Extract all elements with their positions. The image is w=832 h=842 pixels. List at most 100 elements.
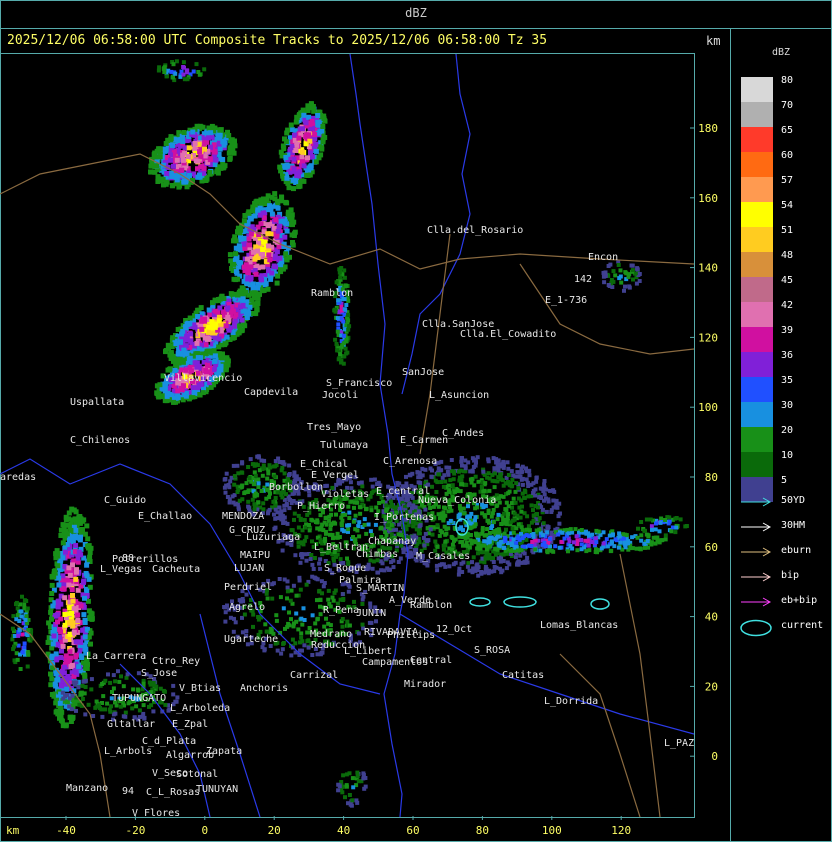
place-label: Phillips xyxy=(387,630,435,641)
place-label: S_Jose xyxy=(141,668,177,679)
place-label: Villavicencio xyxy=(164,373,242,384)
place-label: Agrelo xyxy=(229,602,265,613)
radar-map[interactable]: Clla.del_Rosario Encon E_1-736 142 Ramblon Cl… xyxy=(0,53,695,818)
place-label: S_Roque xyxy=(324,563,366,574)
title-bar: 2025/12/06 06:58:00 UTC Composite Tracks… xyxy=(0,29,730,53)
place-label: Uspallata xyxy=(70,397,124,408)
legend-title: dBZ xyxy=(771,47,791,58)
legend-swatch-45 xyxy=(741,277,773,302)
place-label: Mirador xyxy=(404,679,446,690)
legend-swatch-54 xyxy=(741,202,773,227)
legend-level-label: 57 xyxy=(781,175,794,186)
current-cell-ellipse[interactable] xyxy=(503,596,537,608)
legend-track-label: 50YD xyxy=(781,495,806,506)
product-header: dBZ xyxy=(0,0,832,29)
legend-track-label: bip xyxy=(781,570,800,581)
legend-swatch-48 xyxy=(741,252,773,277)
legend-level-label: 48 xyxy=(781,250,794,261)
province-border-tan xyxy=(419,233,451,455)
place-label: E_1-736 xyxy=(545,295,587,306)
place-label: E_Chical xyxy=(300,459,348,470)
place-label: JUNIN xyxy=(356,608,386,619)
place-label: V_Btias xyxy=(179,683,221,694)
legend-level-label: 30 xyxy=(781,400,794,411)
place-label: Nueva_Colonia xyxy=(418,495,496,506)
place-label: C_Andes xyxy=(442,428,484,439)
legend-level-label: 80 xyxy=(781,75,794,86)
place-label: Encon xyxy=(588,252,618,263)
place-label: Jocoli xyxy=(322,390,358,401)
legend-level-label: 45 xyxy=(781,275,794,286)
legend-level-label: 5 xyxy=(781,475,788,486)
place-label: Anchoris xyxy=(240,683,288,694)
place-label: S_Francisco xyxy=(326,378,392,389)
place-label: 12_Oct xyxy=(436,624,472,635)
legend-swatch-20 xyxy=(741,427,773,452)
track-arrow-icon xyxy=(741,597,772,607)
place-label: Zapata xyxy=(206,746,242,757)
legend-level-label: 10 xyxy=(781,450,794,461)
place-label: Borbollon xyxy=(269,482,323,493)
place-label: Ramblon xyxy=(410,600,452,611)
legend-level-label: 20 xyxy=(781,425,794,436)
place-label: 88 xyxy=(122,553,134,564)
place-label: Chapanay xyxy=(368,536,416,547)
legend-swatch-30 xyxy=(741,402,773,427)
legend-swatch-80 xyxy=(741,77,773,102)
track-arrow-icon xyxy=(741,497,772,507)
map-title: 2025/12/06 06:58:00 UTC Composite Tracks… xyxy=(7,33,548,48)
place-label: L_Arbols xyxy=(104,746,152,757)
place-label: C_L_Rosas xyxy=(146,787,200,798)
legend-track-label: eb+bip xyxy=(781,595,818,606)
place-label: V_Flores xyxy=(132,808,180,817)
place-label: Ctro_Rey xyxy=(152,656,200,667)
province-border-tan xyxy=(559,653,641,817)
current-ellipse-icon xyxy=(740,619,772,637)
legend-swatch-36 xyxy=(741,352,773,377)
legend-level-label: 35 xyxy=(781,375,794,386)
legend-swatch-51 xyxy=(741,227,773,252)
current-cell-ellipse[interactable] xyxy=(590,598,610,610)
place-label: Luzuriaga xyxy=(246,532,300,543)
place-label: Sotonal xyxy=(176,769,218,780)
place-label: 94 xyxy=(122,786,134,797)
place-label: La_Carrera xyxy=(86,651,146,662)
product-label: dBZ xyxy=(405,6,427,20)
legend-level-label: 60 xyxy=(781,150,794,161)
legend-level-label: 70 xyxy=(781,100,794,111)
current-cell-ellipse[interactable] xyxy=(469,597,491,607)
place-label: S_ROSA xyxy=(474,645,510,656)
place-label: TUNUYAN xyxy=(196,784,238,795)
legend-swatch-10 xyxy=(741,452,773,477)
place-label: Gltallar xyxy=(107,719,155,730)
legend-level-label: 51 xyxy=(781,225,794,236)
place-label: SanJose xyxy=(402,367,444,378)
place-label: TUPUNGATO xyxy=(112,693,166,704)
place-label: Manzano xyxy=(66,783,108,794)
place-label: Tulumaya xyxy=(320,440,368,451)
place-label: E_Challao xyxy=(138,511,192,522)
legend-swatch-57 xyxy=(741,177,773,202)
place-label: 142 xyxy=(574,274,592,285)
place-label: Ramblon xyxy=(311,288,353,299)
place-label: R_Pena xyxy=(323,605,359,616)
radar-map-svg[interactable]: Clla.del_Rosario Encon E_1-736 142 Ramblon Cl… xyxy=(0,54,694,817)
legend-level-label: 36 xyxy=(781,350,794,361)
track-arrow-icon xyxy=(741,522,772,532)
place-label: Cacheuta xyxy=(152,564,200,575)
place-label: Lomas_Blancas xyxy=(540,620,618,631)
place-label: Carrizal xyxy=(290,670,338,681)
place-label: Clla.El_Cowadito xyxy=(460,329,556,340)
legend-level-label: 65 xyxy=(781,125,794,136)
place-label: aredas xyxy=(0,472,36,483)
place-label: L_Arboleda xyxy=(170,703,230,714)
place-label: Central xyxy=(410,655,452,666)
place-label: S_MARTIN xyxy=(356,583,404,594)
place-label: C_Guido xyxy=(104,495,146,506)
legend-swatch-65 xyxy=(741,127,773,152)
place-label: MENDOZA xyxy=(222,511,264,522)
place-label: Violetas xyxy=(321,489,369,500)
place-label: L_Asuncion xyxy=(429,390,489,401)
legend-swatch-39 xyxy=(741,327,773,352)
place-label: E_Vergel xyxy=(311,470,359,481)
